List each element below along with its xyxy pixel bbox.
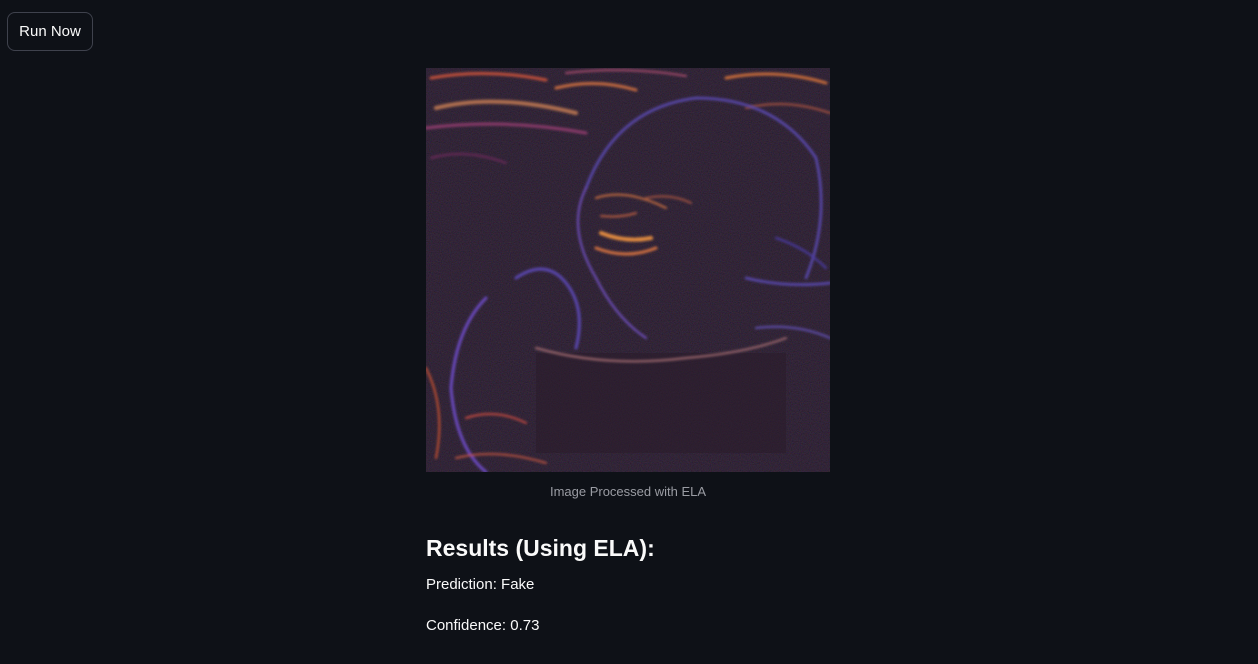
- run-now-button[interactable]: Run Now: [7, 12, 93, 51]
- confidence-text: Confidence: 0.73: [426, 617, 540, 634]
- prediction-text: Prediction: Fake: [426, 576, 535, 593]
- ela-processed-image: [426, 68, 830, 472]
- main-content: Image Processed with ELA Results (Using …: [426, 68, 830, 636]
- results-heading: Results (Using ELA):: [426, 535, 655, 561]
- image-caption: Image Processed with ELA: [549, 484, 707, 499]
